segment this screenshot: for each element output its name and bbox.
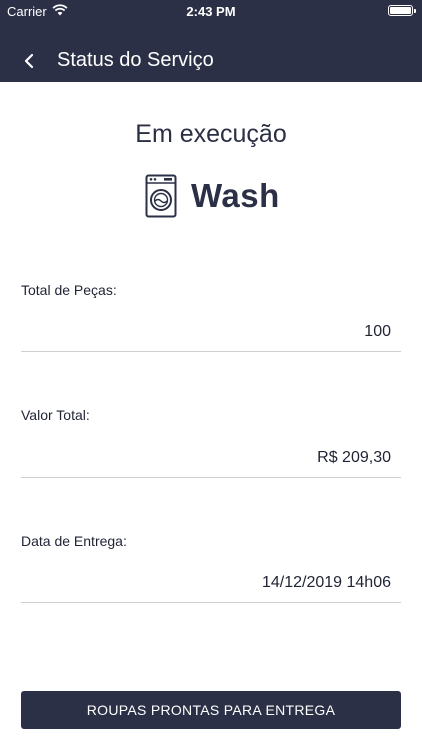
service-state: Em execução [135,120,287,148]
field-label: Valor Total: [21,407,90,423]
status-time: 2:43 PM [186,4,236,19]
field-value: R$ 209,30 [317,449,391,466]
status-bar: Carrier 2:43 PM [0,0,422,22]
field-value: 14/12/2019 14h06 [261,574,391,591]
ready-for-delivery-button[interactable]: ROUPAS PRONTAS PARA ENTREGA [21,691,401,729]
field-label: Data de Entrega: [21,533,127,549]
brand-name: Wash [191,177,280,214]
back-button[interactable] [14,46,44,76]
washing-machine-icon [145,174,177,218]
divider [21,602,401,603]
divider [21,351,401,352]
field-total-pieces: Total de Peças: 100 [21,282,401,354]
battery-icon [388,5,416,16]
field-total-value: Valor Total: R$ 209,30 [21,407,401,479]
chevron-left-icon [24,53,34,69]
divider [21,477,401,478]
field-delivery-date: Data de Entrega: 14/12/2019 14h06 [21,533,401,605]
field-label: Total de Peças: [21,282,117,298]
brand-logo: Wash [145,174,280,218]
app-header: Carrier 2:43 PM Status do Serviço [0,0,422,82]
page-title: Status do Serviço [57,49,214,71]
field-value: 100 [364,323,391,340]
